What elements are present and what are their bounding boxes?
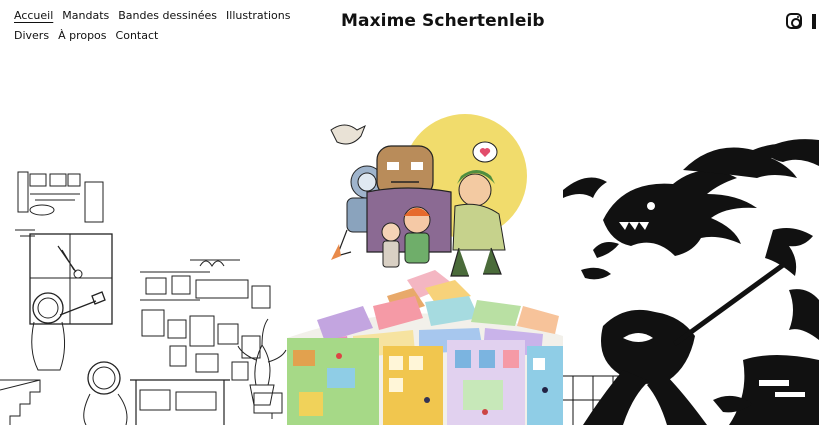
nav-mandats[interactable]: Mandats <box>62 6 109 26</box>
nav-divers[interactable]: Divers <box>14 26 49 46</box>
main-nav: Accueil Mandats Bandes dessinées Illustr… <box>14 6 290 46</box>
instagram-icon[interactable] <box>786 13 802 29</box>
illustration-dragon-warrior[interactable] <box>563 110 819 425</box>
site-title[interactable]: Maxime Schertenleib <box>341 11 545 31</box>
nav-contact[interactable]: Contact <box>116 26 159 46</box>
nav-illustrations[interactable]: Illustrations <box>226 6 290 26</box>
nav-accueil[interactable]: Accueil <box>14 6 53 26</box>
illustration-astronaut-room[interactable] <box>0 110 287 425</box>
illustration-characters-map[interactable] <box>287 110 563 425</box>
social-icon-cut[interactable] <box>812 14 816 29</box>
illustration-gallery <box>0 110 819 425</box>
nav-row-2: Divers À propos Contact <box>14 26 284 46</box>
nav-bandes-dessinees[interactable]: Bandes dessinées <box>118 6 217 26</box>
nav-a-propos[interactable]: À propos <box>58 26 106 46</box>
nav-row-1: Accueil Mandats Bandes dessinées Illustr… <box>14 6 290 26</box>
